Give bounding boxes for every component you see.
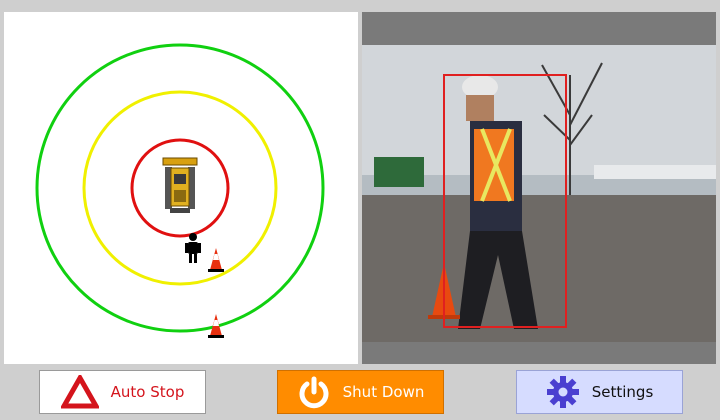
proximity-radar: [35, 43, 325, 338]
dumpster: [374, 157, 424, 187]
shut-down-button[interactable]: Shut Down: [277, 370, 444, 414]
camera-feed: [362, 45, 716, 342]
settings-button[interactable]: Settings: [516, 370, 683, 414]
traffic-cone-icon: [208, 248, 224, 272]
ground: [362, 195, 716, 342]
app-window: Auto Stop Shut Down Settings: [0, 0, 720, 420]
gear-icon: [546, 376, 579, 408]
building: [594, 165, 716, 179]
auto-stop-label: Auto Stop: [110, 383, 185, 401]
camera-panel: [362, 12, 716, 364]
person-icon: [185, 233, 201, 263]
power-icon: [299, 376, 329, 409]
shut-down-label: Shut Down: [342, 383, 425, 401]
dozer-icon: [162, 157, 198, 213]
proximity-radar-panel: [4, 12, 358, 364]
warning-triangle-icon: [60, 375, 99, 409]
settings-label: Settings: [591, 383, 654, 401]
auto-stop-button[interactable]: Auto Stop: [39, 370, 206, 414]
